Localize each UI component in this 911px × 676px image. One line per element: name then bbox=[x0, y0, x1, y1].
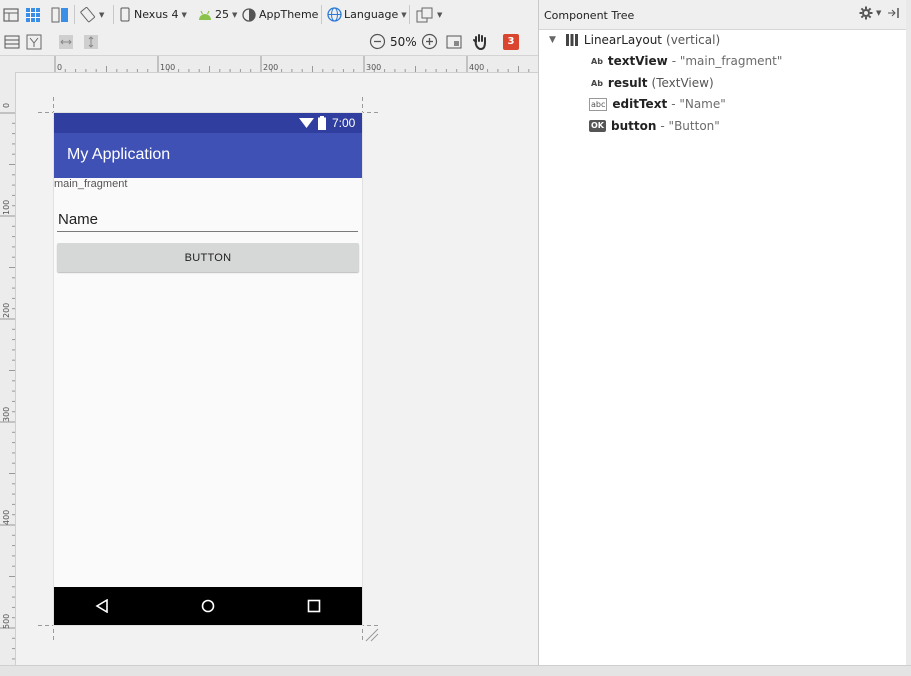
textview-icon: Ab bbox=[591, 56, 603, 66]
text-view[interactable]: main_fragment bbox=[54, 178, 127, 190]
bottom-status-strip bbox=[0, 665, 911, 676]
tree-item-result[interactable]: Ab result (TextView) bbox=[591, 74, 714, 92]
app-bar: My Application bbox=[54, 133, 362, 178]
wifi-icon bbox=[299, 118, 314, 128]
device-preview: 7:00 My Application main_fragment Name B… bbox=[54, 113, 362, 625]
tree-item-detail: - "Button" bbox=[660, 119, 720, 133]
tree-item-detail: - "Name" bbox=[671, 97, 726, 111]
gear-icon bbox=[859, 6, 873, 20]
status-bar: 7:00 bbox=[54, 113, 362, 133]
right-edge-scrollbar[interactable] bbox=[906, 0, 911, 665]
tree-item-id: result bbox=[607, 76, 648, 90]
resize-handle-icon[interactable] bbox=[365, 628, 379, 642]
edittext-icon: abc bbox=[589, 97, 608, 111]
tree-item-detail: (TextView) bbox=[651, 76, 714, 90]
tree-settings-button[interactable]: ▼ bbox=[859, 6, 881, 20]
textview-icon: Ab bbox=[591, 78, 603, 88]
component-tree-header: Component Tree ▼ bbox=[539, 0, 907, 30]
tree-item-textview[interactable]: Ab textView - "main_fragment" bbox=[591, 52, 782, 70]
name-edit-text[interactable]: Name bbox=[57, 210, 358, 232]
home-icon[interactable] bbox=[201, 599, 215, 613]
tree-item-id: textView bbox=[607, 54, 668, 68]
app-title: My Application bbox=[67, 146, 171, 163]
navigation-bar bbox=[54, 587, 362, 625]
edit-text-value: Name bbox=[58, 211, 99, 228]
tree-item-button[interactable]: OK button - "Button" bbox=[589, 117, 720, 135]
tree-item-edittext[interactable]: abc editText - "Name" bbox=[589, 95, 726, 113]
recents-icon[interactable] bbox=[307, 599, 321, 613]
tree-item-detail: (vertical) bbox=[666, 33, 721, 47]
button-label: BUTTON bbox=[184, 251, 232, 264]
linear-layout-icon bbox=[565, 34, 578, 46]
tree-item-id: button bbox=[611, 119, 657, 133]
tree-item-name: LinearLayout bbox=[583, 33, 663, 47]
battery-icon bbox=[318, 116, 326, 130]
hide-panel-icon[interactable] bbox=[887, 7, 901, 19]
component-tree-title: Component Tree bbox=[544, 9, 635, 22]
clock: 7:00 bbox=[332, 116, 356, 130]
chevron-down-icon: ▼ bbox=[876, 9, 882, 17]
tree-item-linearlayout[interactable]: ▼ LinearLayout (vertical) bbox=[549, 31, 720, 49]
back-icon[interactable] bbox=[95, 599, 109, 613]
component-tree-panel: Component Tree ▼ ▼ LinearLayout (vertica… bbox=[538, 0, 907, 665]
button-icon: OK bbox=[589, 120, 606, 132]
tree-item-detail: - "main_fragment" bbox=[671, 54, 783, 68]
button[interactable]: BUTTON bbox=[57, 243, 359, 272]
tree-item-id: editText bbox=[612, 97, 668, 111]
expand-arrow-icon[interactable]: ▼ bbox=[549, 35, 556, 45]
